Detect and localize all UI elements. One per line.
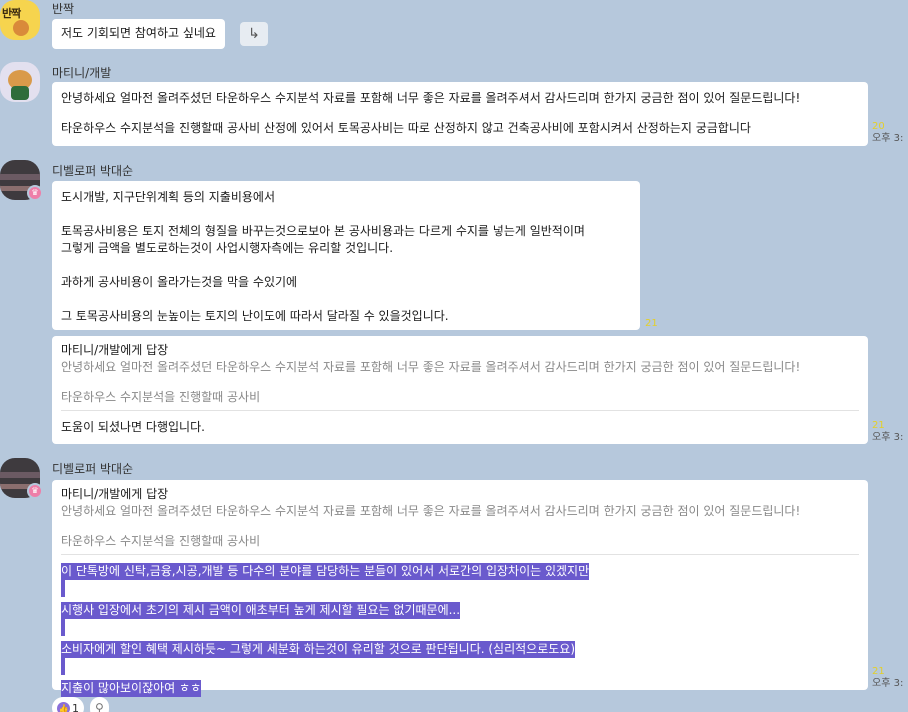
message-meta: 21 오후 3: — [872, 420, 903, 444]
message-meta: 21 오후 3: — [872, 666, 903, 690]
highlight-gap — [61, 619, 65, 636]
message-line: 안녕하세요 얼마전 올려주셨던 타운하우스 수지분석 자료를 포함해 너무 좋은… — [61, 91, 801, 105]
avatar-martini[interactable] — [0, 62, 40, 102]
avatar-image — [0, 472, 40, 478]
message-text: 도움이 되셨나면 다행입니다. — [61, 420, 205, 434]
reply-quote: 안녕하세요 얼마전 올려주셨던 타운하우스 수지분석 자료를 포함해 너무 좋은… — [61, 504, 801, 518]
timestamp: 오후 3: — [872, 678, 904, 689]
reaction-bar: 👍 1 ⚲ — [52, 697, 109, 712]
highlighted-line: 이 단톡방에 신탁,금융,시공,개발 등 다수의 분야를 담당하는 분들이 있어… — [61, 563, 590, 580]
selected-text-block[interactable]: 이 단톡방에 신탁,금융,시공,개발 등 다수의 분야를 담당하는 분들이 있어… — [61, 563, 859, 697]
reply-bubble[interactable]: 마티니/개발에게 답장 안녕하세요 얼마전 올려주셨던 타운하우스 수지분석 자… — [52, 480, 868, 697]
message-line — [61, 257, 631, 274]
message-meta: 20 오후 3: — [872, 121, 903, 145]
message-line: 그렇게 금액을 별도로하는것이 사업시행자측에는 유리할 것입니다. — [61, 241, 394, 255]
unread-count: 21 — [872, 420, 885, 431]
thumbs-up-icon: 👍 — [57, 701, 70, 712]
message-line: 타운하우스 수지분석을 진행할때 공사비 산정에 있어서 토목공사비는 따로 산… — [61, 121, 751, 135]
message-line: 토목공사비용은 토지 전체의 형질을 바꾸는것으로보아 본 공사비용과는 다르게… — [61, 224, 585, 238]
message-line — [61, 291, 631, 308]
message-bubble[interactable]: 저도 기회되면 참여하고 싶네요 — [52, 19, 225, 49]
highlighted-line: 시행사 입장에서 초기의 제시 금액이 애초부터 높게 제시할 필요는 없기때문… — [61, 602, 461, 619]
reply-bubble[interactable]: 마티니/개발에게 답장 안녕하세요 얼마전 올려주셨던 타운하우스 수지분석 자… — [52, 336, 868, 444]
message-line — [61, 206, 631, 223]
message-bubble[interactable]: 도시개발, 지구단위계획 등의 지출비용에서 토목공사비용은 토지 전체의 형질… — [52, 181, 640, 330]
reactors-button[interactable]: ⚲ — [90, 697, 109, 712]
sender-name: 마티니/개발 — [52, 66, 112, 80]
character-body — [11, 86, 29, 100]
avatar-text: 반짝 — [2, 7, 21, 20]
unread-count: 20 — [872, 121, 885, 132]
highlight-gap — [61, 658, 65, 675]
timestamp: 오후 3: — [872, 432, 904, 443]
timestamp: 오후 3: — [872, 133, 904, 144]
sender-name: 디벨로퍼 박대순 — [52, 164, 134, 178]
share-button[interactable]: ↳ — [240, 22, 268, 46]
share-arrow-icon: ↳ — [248, 26, 260, 42]
highlight-gap — [61, 580, 65, 597]
like-count: 1 — [72, 701, 79, 712]
unread-count: 21 — [872, 666, 885, 677]
reply-quote: 타운하우스 수지분석을 진행할때 공사비 — [61, 390, 261, 404]
message-meta: 21 — [645, 318, 658, 330]
message-line: 과하게 공사비용이 올라가는것을 막을 수있기에 — [61, 275, 298, 289]
crown-icon: ♛ — [27, 483, 43, 499]
avatar-image — [0, 174, 40, 180]
crown-icon: ♛ — [27, 185, 43, 201]
message-line: 그 토목공사비용의 눈높이는 토지의 난이도에 따라서 달라질 수 있을것입니다… — [61, 309, 449, 323]
character-icon — [13, 20, 29, 36]
like-reaction[interactable]: 👍 1 — [52, 697, 84, 712]
sender-name: 디벨로퍼 박대순 — [52, 462, 134, 476]
sender-name: 반짝 — [52, 2, 75, 16]
avatar-banjjak[interactable]: 반짝 — [0, 0, 40, 40]
reply-quote: 타운하우스 수지분석을 진행할때 공사비 — [61, 534, 261, 548]
highlighted-line: 소비자에게 할인 혜택 제시하듯~ 그렇게 세분화 하는것이 유리할 것으로 판… — [61, 641, 576, 658]
reply-target: 마티니/개발에게 답장 — [61, 343, 169, 357]
highlighted-line: 지출이 많아보이잖아여 ㅎㅎ — [61, 680, 202, 697]
reply-divider — [61, 410, 859, 411]
reply-quote: 안녕하세요 얼마전 올려주셨던 타운하우스 수지분석 자료를 포함해 너무 좋은… — [61, 360, 801, 374]
message-line: 도시개발, 지구단위계획 등의 지출비용에서 — [61, 190, 275, 204]
reply-target: 마티니/개발에게 답장 — [61, 487, 169, 501]
person-icon: ⚲ — [95, 701, 104, 712]
message-bubble[interactable]: 안녕하세요 얼마전 올려주셨던 타운하우스 수지분석 자료를 포함해 너무 좋은… — [52, 82, 868, 146]
message-text: 저도 기회되면 참여하고 싶네요 — [61, 26, 216, 40]
unread-count: 21 — [645, 318, 658, 329]
reply-divider — [61, 554, 859, 555]
